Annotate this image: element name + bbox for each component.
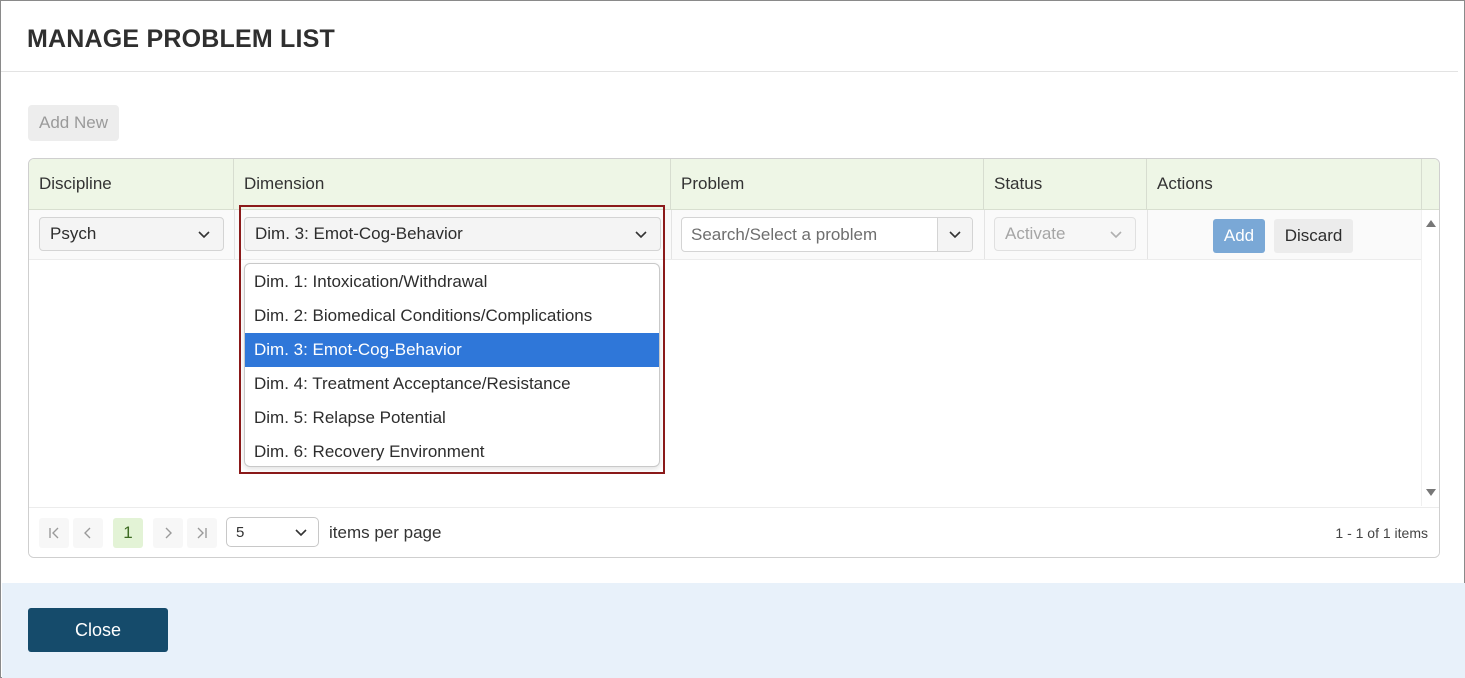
pager: 1 5 items per page 1 - 1 of 1 items [29, 507, 1439, 557]
dimension-option[interactable]: Dim. 2: Biomedical Conditions/Complicati… [245, 299, 659, 333]
previous-page-button[interactable] [73, 518, 103, 548]
dimension-option[interactable]: Dim. 5: Relapse Potential [245, 401, 659, 435]
status-value: Activate [1005, 224, 1066, 243]
dimension-option-selected[interactable]: Dim. 3: Emot-Cog-Behavior [245, 333, 659, 367]
column-header-actions: Actions [1147, 159, 1422, 209]
pager-info: 1 - 1 of 1 items [1335, 525, 1428, 541]
problem-dropdown-button[interactable] [937, 218, 972, 251]
discard-button[interactable]: Discard [1274, 219, 1353, 253]
scroll-down-icon[interactable] [1425, 488, 1437, 498]
problem-combobox[interactable] [681, 217, 973, 252]
first-page-icon [49, 527, 59, 539]
page-size-select[interactable]: 5 [226, 517, 319, 547]
column-header-problem[interactable]: Problem [671, 159, 984, 209]
last-page-icon [197, 527, 207, 539]
scroll-up-icon[interactable] [1425, 218, 1437, 228]
column-header-discipline[interactable]: Discipline [29, 159, 234, 209]
chevron-right-icon [165, 527, 172, 539]
page-number-current[interactable]: 1 [113, 518, 143, 548]
dialog-title: MANAGE PROBLEM LIST [27, 25, 335, 53]
vertical-scrollbar[interactable] [1421, 210, 1439, 506]
cell-divider [234, 210, 235, 259]
close-button[interactable]: Close [28, 608, 168, 652]
dimension-option[interactable]: Dim. 6: Recovery Environment [245, 435, 659, 466]
items-per-page-label: items per page [329, 523, 442, 542]
chevron-left-icon [84, 527, 91, 539]
chevron-down-icon [198, 231, 210, 239]
cell-divider [1147, 210, 1148, 259]
add-new-button[interactable]: Add New [28, 105, 119, 141]
title-divider [1, 71, 1458, 72]
cell-divider [984, 210, 985, 259]
dialog: MANAGE PROBLEM LIST Add New Discipline D… [0, 0, 1465, 678]
dimension-option[interactable]: Dim. 1: Intoxication/Withdrawal [245, 265, 659, 299]
chevron-down-icon [949, 231, 961, 239]
next-page-button[interactable] [153, 518, 183, 548]
first-page-button[interactable] [39, 518, 69, 548]
discipline-select[interactable]: Psych [39, 217, 224, 251]
column-header-dimension[interactable]: Dimension [234, 159, 671, 209]
dimension-dropdown-list: Dim. 1: Intoxication/Withdrawal Dim. 2: … [244, 263, 660, 467]
add-button[interactable]: Add [1213, 219, 1265, 253]
grid-header: Discipline Dimension Problem Status Acti… [29, 159, 1439, 210]
chevron-down-icon [1110, 231, 1122, 239]
column-header-status[interactable]: Status [984, 159, 1147, 209]
chevron-down-icon [295, 529, 307, 537]
last-page-button[interactable] [187, 518, 217, 548]
dimension-option[interactable]: Dim. 4: Treatment Acceptance/Resistance [245, 367, 659, 401]
page-size-value: 5 [236, 523, 245, 541]
problem-search-input[interactable] [682, 218, 938, 251]
status-select: Activate [994, 217, 1136, 251]
cell-divider [671, 210, 672, 259]
dialog-footer: Close [2, 583, 1465, 678]
discipline-value: Psych [50, 224, 97, 243]
